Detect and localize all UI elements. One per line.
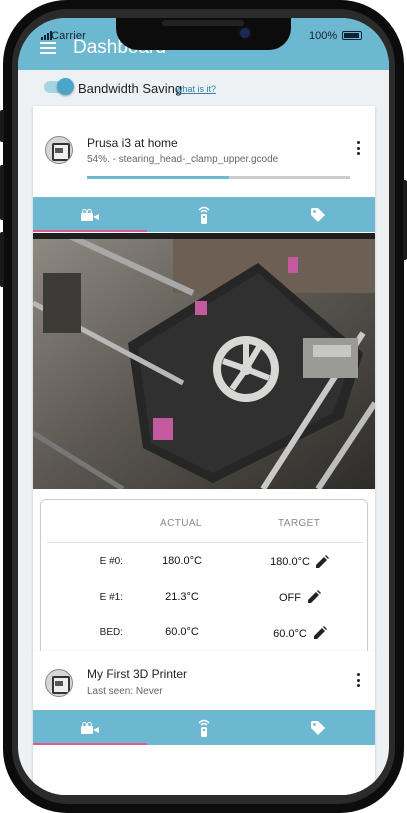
temperature-panel: ACTUAL TARGET E #0: 180.0°C 180.0°C E #1… [40, 499, 368, 657]
more-options-icon[interactable] [357, 673, 361, 687]
bandwidth-saving-toggle[interactable] [44, 78, 74, 95]
printer-name[interactable]: Prusa i3 at home [87, 136, 178, 150]
printer-name[interactable]: My First 3D Printer [87, 667, 187, 681]
remote-icon [198, 719, 210, 737]
printer-card: Prusa i3 at home 54%. - stearing_head-_c… [33, 106, 375, 657]
screen: Carrier 100% Dashboard Bandwidth Saving … [18, 18, 389, 795]
actual-header: ACTUAL [160, 518, 202, 529]
camera-icon [81, 208, 99, 221]
temp-actual-value: 21.3°C [165, 591, 199, 603]
what-is-it-link[interactable]: what is it? [176, 84, 216, 94]
print-status: 54%. - stearing_head-_clamp_upper.gcode [87, 154, 279, 165]
temp-actual-value: 180.0°C [162, 555, 202, 567]
print-progress-bar [87, 176, 350, 179]
remote-icon [198, 206, 210, 224]
edit-pencil-icon[interactable] [307, 590, 321, 604]
temp-target-value: 60.0°C [273, 628, 307, 640]
printer-card: My First 3D Printer Last seen: Never [33, 651, 375, 795]
front-camera [240, 28, 250, 38]
temp-actual-value: 60.0°C [165, 626, 199, 638]
battery-icon [342, 31, 362, 40]
printer-tabs [33, 197, 375, 232]
temp-row-label: BED: [99, 627, 123, 638]
edit-pencil-icon[interactable] [315, 555, 329, 569]
volume-up-button [0, 165, 4, 220]
tab-camera[interactable] [33, 710, 147, 745]
camera-icon [81, 721, 99, 734]
tab-remote[interactable] [147, 710, 261, 745]
more-options-icon[interactable] [357, 141, 361, 155]
battery-percent: 100% [309, 30, 338, 42]
printer-last-seen: Last seen: Never [87, 686, 163, 697]
webcam-stream[interactable] [33, 233, 375, 489]
side-button [0, 110, 4, 142]
temp-row-label: E #1: [99, 592, 123, 603]
phone-speaker [162, 20, 244, 26]
tab-tags[interactable] [261, 710, 375, 745]
bandwidth-saving-label: Bandwidth Saving [78, 81, 183, 96]
tag-icon [311, 207, 325, 222]
target-header: TARGET [278, 518, 321, 529]
active-tab-indicator [33, 743, 147, 745]
tab-camera[interactable] [33, 197, 147, 232]
header-divider [47, 542, 363, 543]
volume-down-button [0, 232, 4, 287]
tag-icon [311, 720, 325, 735]
active-tab-indicator [33, 230, 147, 232]
printer-avatar-icon [45, 136, 73, 164]
hamburger-menu-icon[interactable] [40, 42, 56, 54]
tab-remote[interactable] [147, 197, 261, 232]
temp-target-value: 180.0°C [270, 556, 310, 568]
printer-avatar-icon [45, 669, 73, 697]
tab-tags[interactable] [261, 197, 375, 232]
temp-row-label: E #0: [99, 556, 123, 567]
edit-pencil-icon[interactable] [313, 626, 327, 640]
print-progress-fill [87, 176, 230, 179]
webcam-image [33, 233, 375, 489]
printer-tabs [33, 710, 375, 745]
power-button [403, 180, 407, 260]
bandwidth-saving-row: Bandwidth Saving what is it? [18, 78, 389, 104]
